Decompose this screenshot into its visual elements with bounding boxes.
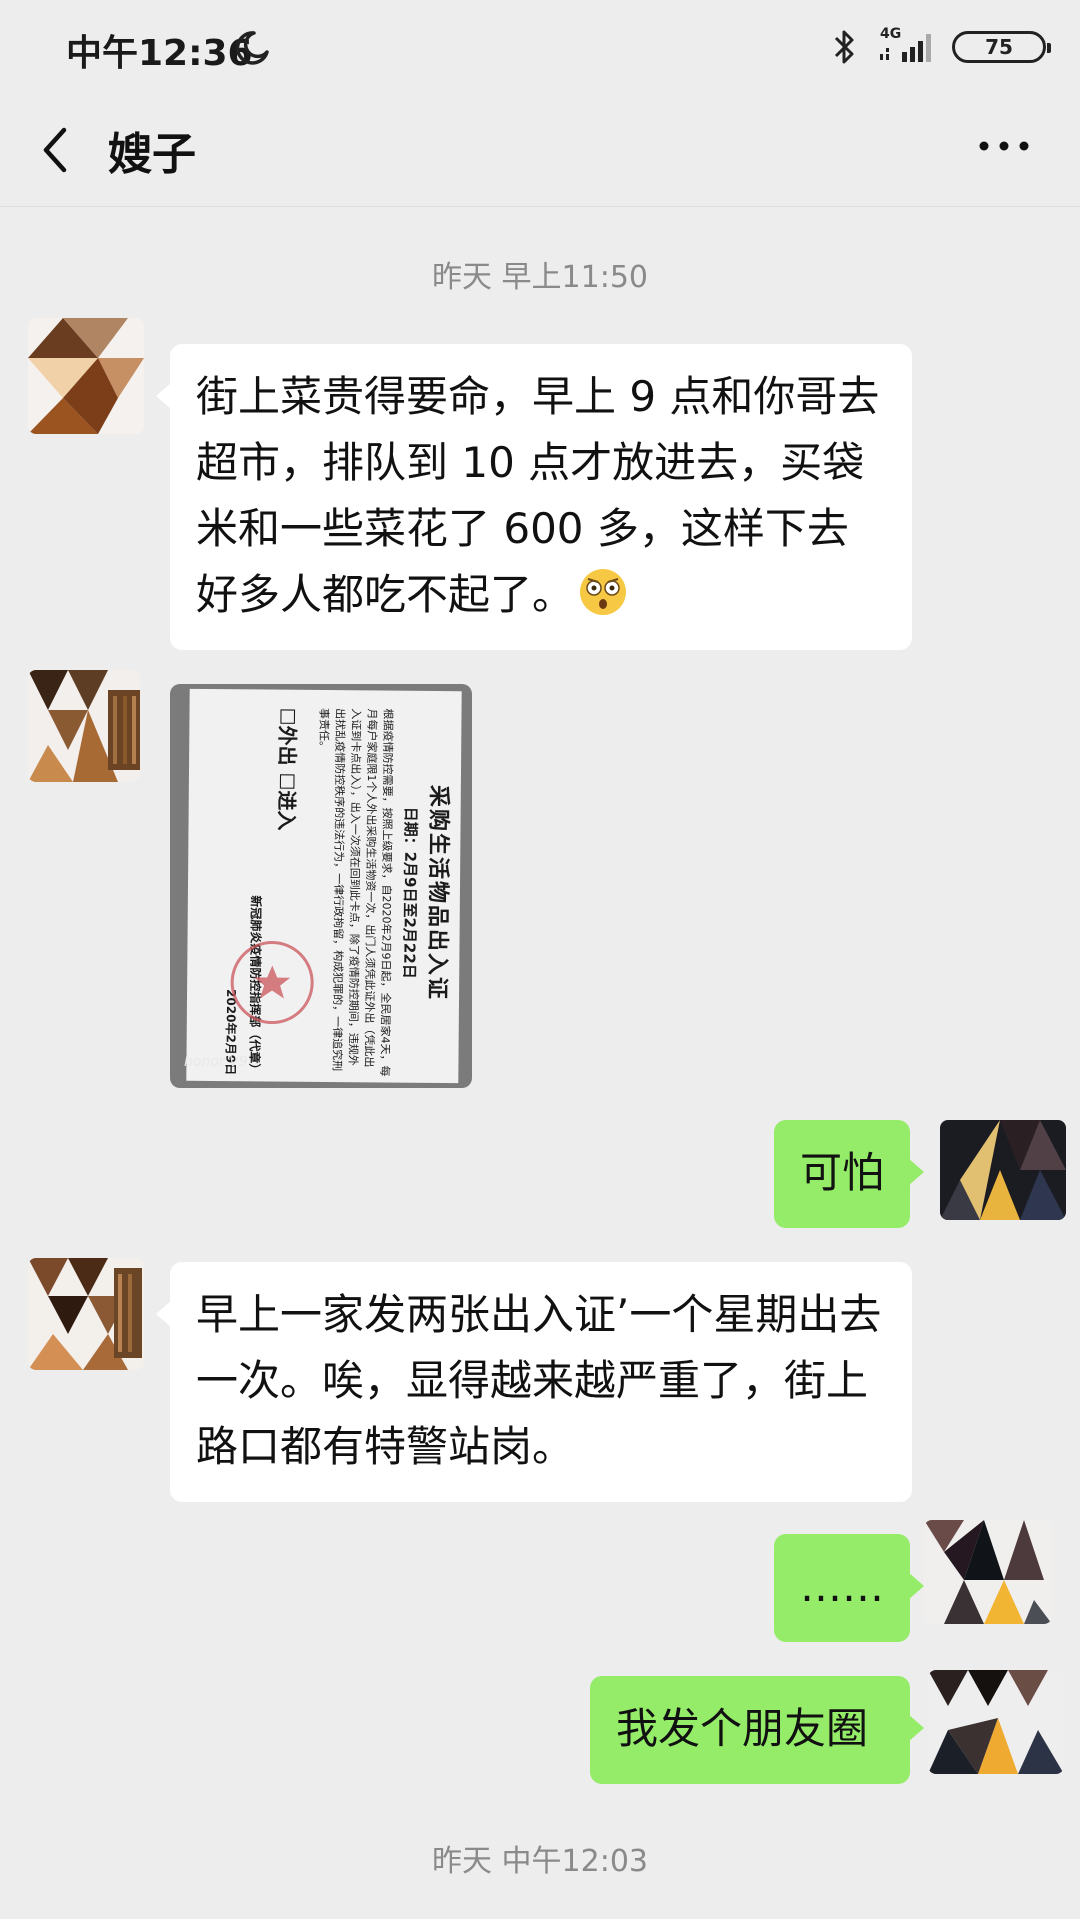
pass-title: 采购生活物品出入证 [424,784,451,1002]
more-dots-icon[interactable] [976,136,1032,156]
message-photo[interactable]: 采购生活物品出入证 日期：2月9日至2月22日 根据疫情防控需要，按照上级要求，… [170,684,472,1088]
camera-brand-watermark: honor V9 [184,1054,248,1070]
message-bubble[interactable]: 早上一家发两张出入证’一个星期出去一次。唉，显得越来越严重了，街上路口都有特警站… [156,1262,912,1502]
avatar-image [28,1258,144,1370]
timestamp: 昨天 早上11:50 [432,260,648,295]
status-time: 中午12:36 [66,33,253,74]
chevron-left-icon[interactable] [36,120,76,180]
my-avatar[interactable] [924,1520,1052,1624]
status-bar: 中午12:36 4G 75 [0,0,1080,96]
avatar[interactable] [28,1258,144,1370]
message-bubble[interactable]: 街上菜贵得要命，早上 9 点和你哥去超市，排队到 10 点才放进去，买袋米和一些… [156,344,912,650]
pass-body: 根据疫情防控需要，按照上级要求，自2020年2月9日起，全民居家4天，每月每户家… [317,707,395,1077]
avatar[interactable] [28,318,144,434]
message-bubble[interactable]: 我发个朋友圈 [590,1676,924,1784]
avatar-image [924,1520,1052,1624]
timestamp: 昨天 中午12:03 [432,1844,648,1879]
message-text: 早上一家发两张出入证’一个星期出去一次。唉，显得越来越严重了，街上路口都有特警站… [196,1290,882,1471]
signal-icon [880,34,931,62]
message-bubble[interactable]: 可怕 [774,1120,924,1228]
my-avatar[interactable] [928,1670,1064,1774]
avatar-image [940,1120,1066,1220]
avatar-image [28,318,144,434]
avatar-image [928,1670,1064,1774]
chat-header: 嫂子 [0,96,1080,207]
pass-date: 日期：2月9日至2月22日 [400,806,420,979]
bluetooth-icon [834,30,854,64]
message-text: 我发个朋友圈 [616,1704,869,1753]
chat-title: 嫂子 [108,129,196,180]
red-seal-stamp [230,941,314,1025]
battery-indicator: 75 [952,31,1051,63]
my-avatar[interactable] [940,1120,1066,1220]
pass-document: 采购生活物品出入证 日期：2月9日至2月22日 根据疫情防控需要，按照上级要求，… [186,688,462,1084]
moon-icon [235,31,269,65]
astonished-face-icon [580,569,627,615]
avatar-image [28,670,140,782]
message-text: …… [800,1562,884,1611]
message-bubble[interactable]: …… [774,1534,924,1642]
message-text: 可怕 [800,1148,885,1197]
avatar[interactable] [28,670,140,782]
message-text: 街上菜贵得要命，早上 9 点和你哥去超市，排队到 10 点才放进去，买袋米和一些… [196,372,880,619]
